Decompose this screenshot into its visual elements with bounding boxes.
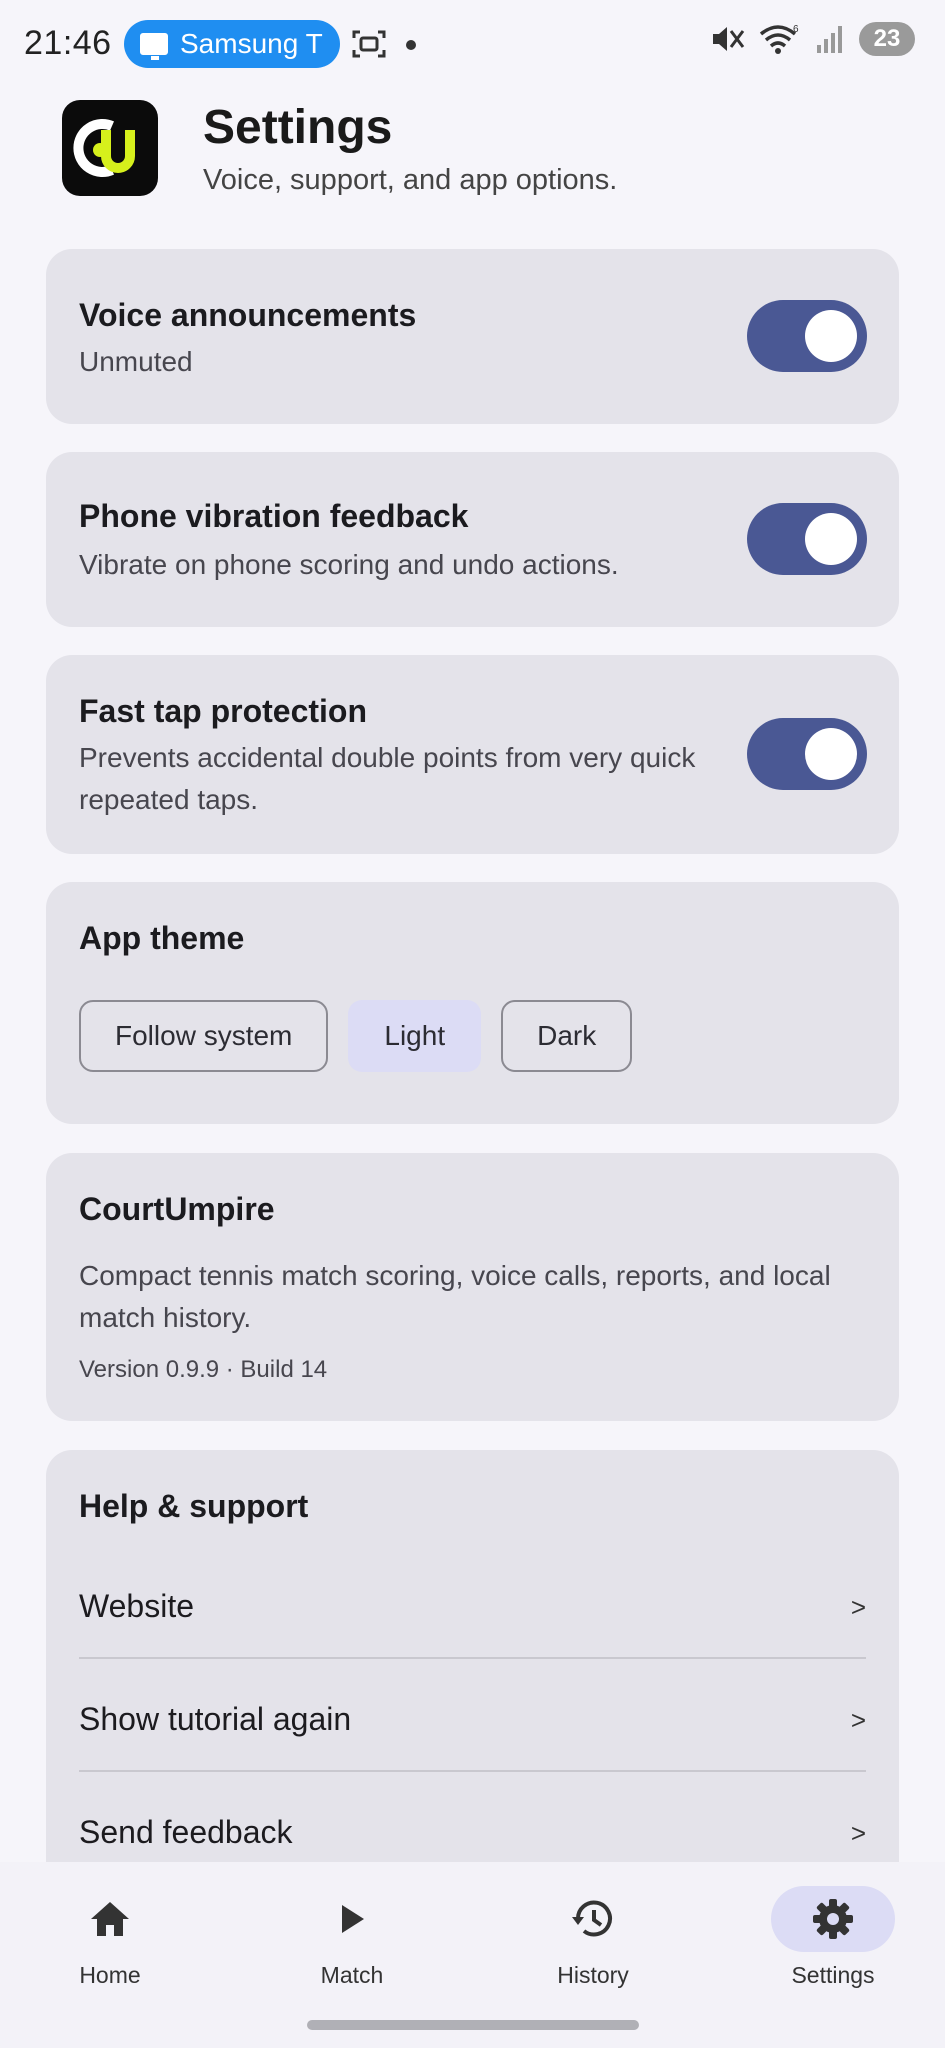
settings-screen: 21:46 Samsung T 6 23 Settings Voice, sup… xyxy=(0,0,945,2048)
vibration-feedback-toggle[interactable] xyxy=(747,503,867,575)
nav-settings[interactable]: Settings xyxy=(753,1886,913,1989)
chevron-right-icon: > xyxy=(850,1592,866,1622)
toggle-knob xyxy=(805,513,857,565)
vibration-feedback-card[interactable]: Phone vibration feedback Vibrate on phon… xyxy=(46,452,899,627)
divider xyxy=(79,1770,866,1772)
help-support-title: Help & support xyxy=(79,1488,309,1524)
voice-announcements-title: Voice announcements xyxy=(79,297,417,333)
fast-tap-protection-desc: Prevents accidental double points from v… xyxy=(79,742,696,815)
about-title: CourtUmpire xyxy=(79,1191,275,1227)
cast-label: Samsung T xyxy=(180,28,323,59)
page-title: Settings xyxy=(203,101,393,154)
app-logo-icon xyxy=(62,100,158,196)
nav-match-icon-wrap xyxy=(290,1886,414,1952)
voice-announcements-card[interactable]: Voice announcements Unmuted xyxy=(46,249,899,424)
vibration-feedback-title: Phone vibration feedback xyxy=(79,498,469,534)
nav-home[interactable]: Home xyxy=(30,1886,190,1989)
toggle-knob xyxy=(805,310,857,362)
show-tutorial-label: Show tutorial again xyxy=(79,1701,352,1737)
chevron-right-icon: > xyxy=(850,1818,866,1848)
status-time: 21:46 xyxy=(24,24,112,62)
monitor-icon xyxy=(140,33,168,60)
divider xyxy=(79,1657,866,1659)
help-support-card: Help & support Website > Show tutorial a… xyxy=(46,1450,899,1910)
voice-announcements-desc: Unmuted xyxy=(79,346,193,377)
home-icon xyxy=(91,1902,129,1936)
about-card: CourtUmpire Compact tennis match scoring… xyxy=(46,1153,899,1421)
wifi-icon: 6 xyxy=(759,24,799,54)
battery-indicator: 23 xyxy=(859,22,915,56)
about-desc: Compact tennis match scoring, voice call… xyxy=(79,1260,831,1333)
status-icons: 6 23 xyxy=(709,22,915,56)
nav-home-label: Home xyxy=(79,1962,141,1988)
vibration-feedback-desc: Vibrate on phone scoring and undo action… xyxy=(79,549,619,580)
nav-settings-icon-wrap xyxy=(771,1886,895,1952)
history-icon xyxy=(572,1900,612,1937)
version-text: Version 0.9.9 · Build 14 xyxy=(79,1356,328,1383)
play-icon xyxy=(342,1905,364,1933)
screenshot-icon xyxy=(352,30,386,58)
show-tutorial-link[interactable]: Show tutorial again > xyxy=(79,1665,866,1777)
nav-match-label: Match xyxy=(320,1962,384,1988)
app-theme-title: App theme xyxy=(79,920,245,956)
page-header: Settings Voice, support, and app options… xyxy=(62,100,902,210)
gear-icon xyxy=(813,1899,853,1939)
cast-pill[interactable]: Samsung T xyxy=(124,20,340,68)
fast-tap-protection-toggle[interactable] xyxy=(747,718,867,790)
mute-icon xyxy=(713,27,745,51)
nav-history-label: History xyxy=(557,1962,629,1988)
app-theme-card: App theme Follow system Light Dark xyxy=(46,882,899,1124)
nav-home-icon-wrap xyxy=(48,1886,172,1952)
send-feedback-label: Send feedback xyxy=(79,1814,293,1850)
fast-tap-protection-title: Fast tap protection xyxy=(79,693,368,729)
website-link[interactable]: Website > xyxy=(79,1552,866,1664)
nav-settings-label: Settings xyxy=(791,1962,875,1988)
chevron-right-icon: > xyxy=(850,1705,866,1735)
theme-follow-system-button[interactable]: Follow system xyxy=(79,1000,329,1072)
signal-icon xyxy=(817,26,842,53)
voice-announcements-toggle[interactable] xyxy=(747,300,867,372)
home-indicator[interactable] xyxy=(307,2020,639,2030)
nav-history[interactable]: History xyxy=(513,1886,673,1989)
notification-dot-icon xyxy=(406,40,416,50)
page-subtitle: Voice, support, and app options. xyxy=(203,164,618,196)
status-bar: 21:46 Samsung T 6 23 xyxy=(0,0,945,90)
nav-match[interactable]: Match xyxy=(272,1886,432,1989)
theme-dark-button[interactable]: Dark xyxy=(501,1000,633,1072)
theme-light-button[interactable]: Light xyxy=(348,1000,482,1072)
website-label: Website xyxy=(79,1588,195,1624)
svg-text:6: 6 xyxy=(793,24,799,35)
nav-history-icon-wrap xyxy=(531,1886,655,1952)
fast-tap-protection-card[interactable]: Fast tap protection Prevents accidental … xyxy=(46,655,899,854)
toggle-knob xyxy=(805,728,857,780)
theme-options: Follow system Light Dark xyxy=(79,1000,633,1072)
